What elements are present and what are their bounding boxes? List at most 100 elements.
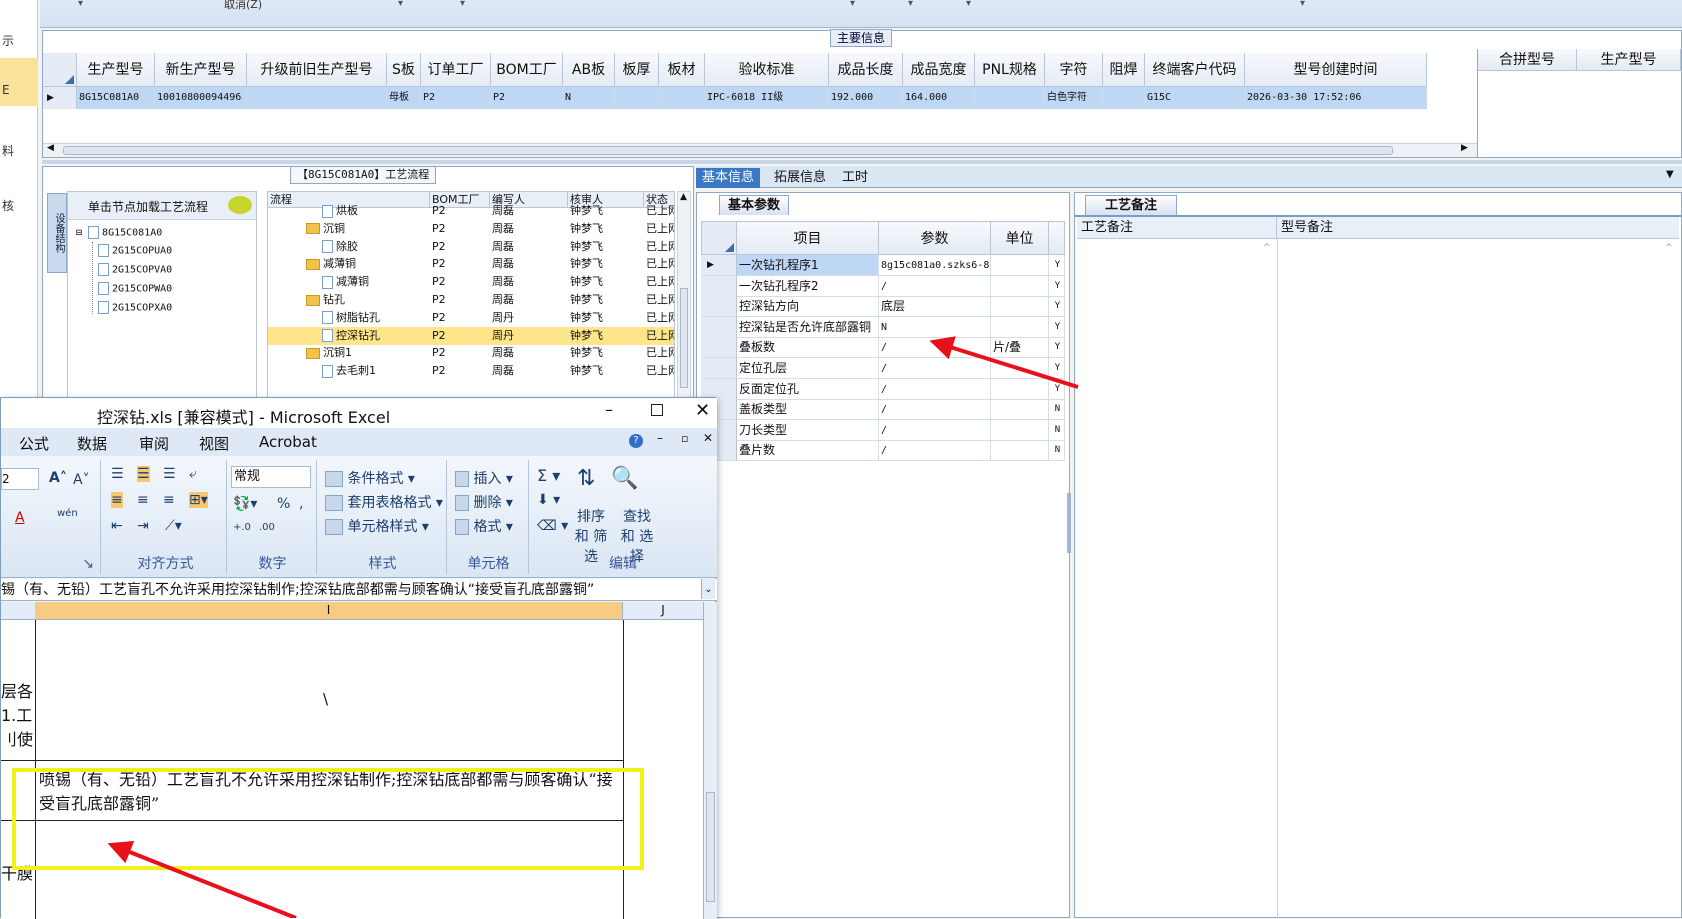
vertical-scrollbar[interactable]: ▲ (677, 191, 691, 401)
param-value[interactable]: N (879, 316, 991, 338)
expand-formula-icon[interactable]: ⌄ (701, 579, 715, 599)
col-header[interactable]: 终端客户代码 (1145, 53, 1245, 87)
col-header[interactable]: 验收标准 (705, 53, 829, 87)
vertical-scrollbar[interactable] (703, 602, 717, 919)
col-header-production-model[interactable]: 生产型号 (1577, 49, 1681, 71)
sort-filter-icon[interactable]: ⇅ (577, 466, 595, 491)
param-value[interactable]: / (879, 378, 991, 400)
nav-item-4[interactable]: 核 (0, 195, 38, 217)
font-group-launcher-icon[interactable]: ↘ (1, 554, 100, 574)
tab-extended-info[interactable]: 拓展信息 (768, 168, 832, 188)
menu-data[interactable]: 数据 (77, 433, 107, 454)
col-header-unit[interactable]: 单位 (991, 221, 1049, 255)
tab-work-hours[interactable]: 工时 (836, 168, 874, 188)
currency-icon[interactable]: 💱▾ (233, 496, 257, 512)
tree-node[interactable]: 2G15COPUA0 (98, 244, 172, 257)
table-row[interactable]: 除胶 P2 周磊 钟梦飞 已上网 (268, 238, 674, 256)
table-row[interactable]: 沉铜 P2 周磊 钟梦飞 已上网 (268, 220, 674, 238)
increase-indent-icon[interactable]: ⇥ (137, 518, 149, 534)
dropdown-arrow-icon[interactable]: ▾ (908, 0, 913, 9)
scroll-up-icon[interactable]: ▲ (680, 192, 687, 202)
col-header[interactable]: 板厚 (615, 53, 659, 87)
tree-node[interactable]: 2G15COPVA0 (98, 263, 172, 276)
column-j-header[interactable]: J (623, 602, 703, 619)
minimize-icon[interactable]: – (605, 400, 613, 419)
col-header[interactable]: PNL规格 (975, 53, 1045, 87)
table-row[interactable]: 烘板 P2 周磊 钟梦飞 已上网 (268, 202, 674, 220)
cancel-button[interactable]: 取消(Z) (224, 0, 262, 12)
table-row[interactable]: 控深钻孔 P2 周丹 钟梦飞 已上网 (268, 326, 674, 345)
col-header[interactable]: 字符 (1045, 53, 1103, 87)
shrink-font-icon[interactable]: A˅ (73, 472, 90, 488)
autosum-icon[interactable]: Σ ▾ (537, 466, 560, 485)
delete-button[interactable]: 删除 ▾ (455, 492, 513, 512)
maximize-icon[interactable] (651, 404, 663, 416)
font-size-field[interactable]: 2 (1, 468, 39, 490)
formula-bar[interactable]: 锡（有、无铅）工艺盲孔不允许采用控深钻制作;控深钻底部都需与顾客确认“接受盲孔底… (1, 579, 717, 601)
font-color-icon[interactable]: A (15, 510, 25, 526)
col-header[interactable]: 成品长度 (829, 53, 903, 87)
dropdown-arrow-icon[interactable]: ▾ (460, 0, 465, 9)
tab-basic-info[interactable]: 基本信息 (696, 168, 761, 188)
col-header[interactable]: 升级前旧生产型号 (247, 53, 387, 87)
nav-item-1[interactable]: 示 (0, 30, 38, 52)
comma-icon[interactable]: , (299, 496, 303, 512)
col-header[interactable]: BOM工厂 (491, 53, 563, 87)
scroll-left-icon[interactable]: ◀ (47, 143, 54, 153)
align-center-icon[interactable]: ≡ (137, 492, 149, 508)
col-header-item[interactable]: 项目 (737, 221, 879, 255)
ribbon-close-icon[interactable]: ✕ (703, 431, 713, 445)
ribbon-minimize-icon[interactable]: – (657, 431, 663, 445)
decrease-decimal-icon[interactable]: .00 (259, 522, 275, 533)
menu-formulas[interactable]: 公式 (19, 433, 49, 454)
col-header[interactable]: 板材 (659, 53, 705, 87)
scrollbar-thumb[interactable] (63, 146, 1393, 155)
tree-node[interactable]: 2G15COPXA0 (98, 301, 172, 314)
menu-acrobat[interactable]: Acrobat (259, 433, 317, 451)
dropdown-arrow-icon[interactable]: ▾ (1300, 0, 1305, 9)
grow-font-icon[interactable]: A˄ (49, 470, 67, 486)
param-value[interactable]: / (879, 358, 991, 379)
scrollbar-thumb[interactable] (706, 792, 715, 902)
col-header-value[interactable]: 参数 (879, 221, 991, 255)
horizontal-scrollbar[interactable]: ◀ ▶ (43, 143, 1477, 157)
align-left-icon[interactable]: ≡ (111, 492, 123, 508)
param-value[interactable]: 底层 (879, 296, 991, 318)
col-header[interactable]: S板 (387, 53, 421, 87)
table-row[interactable]: 去毛刺1 P2 周磊 钟梦飞 已上网 (268, 362, 674, 380)
nav-item-3[interactable]: 料 (0, 140, 38, 162)
wrap-text-icon[interactable]: ⤶ (189, 466, 197, 482)
param-value[interactable]: / (879, 275, 991, 297)
insert-button[interactable]: 插入 ▾ (455, 468, 513, 488)
number-format-select[interactable]: 常规 (231, 466, 311, 488)
dropdown-arrow-icon[interactable]: ▾ (398, 0, 403, 9)
find-select-icon[interactable]: 🔍 (611, 466, 638, 491)
conditional-format-button[interactable]: 条件格式 ▾ (325, 468, 415, 488)
tab-process-notes[interactable]: 工艺备注 (1085, 195, 1177, 215)
align-top-icon[interactable]: ☰ (111, 466, 124, 482)
splitter[interactable] (42, 160, 1682, 164)
col-header[interactable]: 新生产型号 (155, 53, 247, 87)
param-value[interactable]: 8g15c081a0.szks6-8b (879, 255, 991, 276)
close-icon[interactable]: ✕ (695, 400, 710, 421)
nav-item-2[interactable]: E (0, 58, 38, 106)
align-middle-icon[interactable]: ☰ (137, 466, 150, 482)
orientation-icon[interactable]: ⟋▾ (165, 518, 182, 534)
scrollbar-thumb[interactable] (680, 288, 688, 388)
side-tab[interactable]: 设备结构 (47, 193, 67, 273)
scroll-up-icon[interactable]: ^ (1665, 243, 1673, 253)
splitter-handle[interactable] (1067, 493, 1071, 553)
increase-decimal-icon[interactable]: +.0 (233, 522, 251, 533)
dropdown-arrow-icon[interactable]: ▾ (850, 0, 855, 9)
align-right-icon[interactable]: ≡ (163, 492, 175, 508)
format-as-table-button[interactable]: 套用表格格式 ▾ (325, 492, 443, 512)
col-header[interactable]: 订单工厂 (421, 53, 491, 87)
dropdown-arrow-icon[interactable]: ▼ (1666, 169, 1674, 180)
menu-review[interactable]: 审阅 (139, 433, 169, 454)
comment-icon[interactable] (228, 196, 252, 214)
scroll-right-icon[interactable]: ▶ (1461, 143, 1468, 153)
table-row[interactable]: 钻孔 P2 周磊 钟梦飞 已上网 (268, 291, 674, 309)
dropdown-arrow-icon[interactable]: ▾ (966, 0, 971, 9)
col-header[interactable]: 阻焊 (1103, 53, 1145, 87)
col-header[interactable]: AB板 (563, 53, 615, 87)
